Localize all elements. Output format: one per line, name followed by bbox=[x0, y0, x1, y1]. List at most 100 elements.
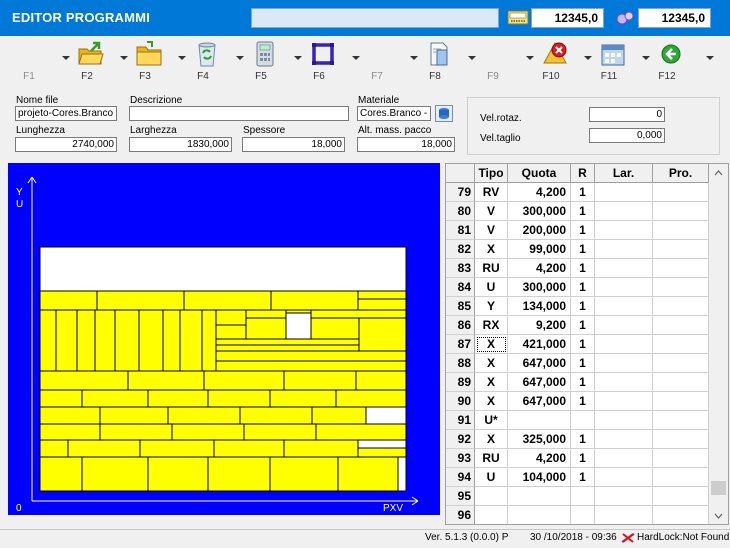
descrizione-field[interactable] bbox=[129, 106, 349, 121]
f10-button[interactable]: F10 bbox=[522, 36, 580, 90]
f4-button[interactable]: F4 bbox=[174, 36, 232, 90]
f7-dropdown-arrow[interactable] bbox=[352, 56, 360, 60]
f11-button[interactable]: F11 bbox=[580, 36, 638, 90]
program-steps-grid[interactable]: Tipo Quota R Lar. Pro. 79 RV 4,200 1 80 V 300,… bbox=[445, 163, 729, 525]
cell-lar[interactable] bbox=[595, 278, 653, 297]
cell-quota[interactable]: 99,000 bbox=[508, 240, 571, 259]
cell-r[interactable]: 1 bbox=[571, 449, 595, 468]
col-header-r[interactable]: R bbox=[571, 164, 595, 183]
table-row[interactable]: 81 V 200,000 1 bbox=[446, 221, 709, 240]
cell-quota[interactable]: 300,000 bbox=[508, 278, 571, 297]
cell-tipo[interactable]: X bbox=[475, 392, 508, 411]
cell-pro[interactable] bbox=[653, 335, 709, 354]
materiale-field[interactable]: Cores.Branco - M bbox=[357, 106, 431, 121]
table-row[interactable]: 92 X 325,000 1 bbox=[446, 430, 709, 449]
cell-lar[interactable] bbox=[595, 202, 653, 221]
cell-lar[interactable] bbox=[595, 392, 653, 411]
cell-pro[interactable] bbox=[653, 183, 709, 202]
f5-dropdown-arrow[interactable] bbox=[236, 56, 244, 60]
table-row[interactable]: 96 bbox=[446, 506, 709, 524]
cell-r[interactable]: 1 bbox=[571, 240, 595, 259]
f5-button[interactable]: F5 bbox=[232, 36, 290, 90]
f6-button[interactable]: F6 bbox=[290, 36, 348, 90]
cell-lar[interactable] bbox=[595, 449, 653, 468]
cell-lar[interactable] bbox=[595, 259, 653, 278]
alt-mass-pacco-field[interactable]: 18,000 bbox=[357, 137, 455, 152]
cell-quota[interactable]: 325,000 bbox=[508, 430, 571, 449]
cell-lar[interactable] bbox=[595, 487, 653, 506]
cell-tipo[interactable]: U bbox=[475, 278, 508, 297]
cell-r[interactable]: 1 bbox=[571, 316, 595, 335]
cell-pro[interactable] bbox=[653, 506, 709, 524]
cell-pro[interactable] bbox=[653, 392, 709, 411]
cell-r[interactable]: 1 bbox=[571, 392, 595, 411]
cell-tipo[interactable] bbox=[475, 506, 508, 524]
cell-quota[interactable]: 200,000 bbox=[508, 221, 571, 240]
cell-r[interactable]: 1 bbox=[571, 354, 595, 373]
cell-tipo[interactable]: X bbox=[475, 373, 508, 392]
cell-pro[interactable] bbox=[653, 259, 709, 278]
toolbar-overflow-arrow[interactable] bbox=[706, 56, 714, 60]
f9-button[interactable]: F9 bbox=[464, 36, 522, 90]
cell-r[interactable]: 1 bbox=[571, 335, 595, 354]
cell-pro[interactable] bbox=[653, 430, 709, 449]
cell-tipo[interactable]: X bbox=[475, 430, 508, 449]
cell-r[interactable]: 1 bbox=[571, 221, 595, 240]
materiale-browse-button[interactable] bbox=[435, 105, 453, 122]
cell-tipo[interactable]: X bbox=[475, 240, 508, 259]
f7-button[interactable]: F7 bbox=[348, 36, 406, 90]
cell-r[interactable] bbox=[571, 506, 595, 524]
cell-r[interactable]: 1 bbox=[571, 430, 595, 449]
cell-quota[interactable] bbox=[508, 487, 571, 506]
table-row[interactable]: 87 X 421,000 1 bbox=[446, 335, 709, 354]
cell-lar[interactable] bbox=[595, 506, 653, 524]
cell-lar[interactable] bbox=[595, 221, 653, 240]
cell-tipo[interactable]: X bbox=[475, 354, 508, 373]
cell-lar[interactable] bbox=[595, 373, 653, 392]
f2-button[interactable]: F2 bbox=[58, 36, 116, 90]
cell-r[interactable] bbox=[571, 487, 595, 506]
table-row[interactable]: 82 X 99,000 1 bbox=[446, 240, 709, 259]
cell-quota[interactable]: 647,000 bbox=[508, 392, 571, 411]
cell-quota[interactable]: 647,000 bbox=[508, 373, 571, 392]
cell-pro[interactable] bbox=[653, 449, 709, 468]
cell-tipo[interactable]: RU bbox=[475, 449, 508, 468]
table-row[interactable]: 83 RU 4,200 1 bbox=[446, 259, 709, 278]
cell-lar[interactable] bbox=[595, 468, 653, 487]
col-header-lar[interactable]: Lar. bbox=[595, 164, 653, 183]
table-row[interactable]: 91 U* bbox=[446, 411, 709, 430]
cell-tipo[interactable]: RV bbox=[475, 183, 508, 202]
cell-lar[interactable] bbox=[595, 297, 653, 316]
cell-lar[interactable] bbox=[595, 430, 653, 449]
vel-rotaz-field[interactable]: 0 bbox=[589, 107, 665, 122]
cell-pro[interactable] bbox=[653, 278, 709, 297]
f10-dropdown-arrow[interactable] bbox=[526, 56, 534, 60]
cell-pro[interactable] bbox=[653, 468, 709, 487]
f3-button[interactable]: F3 bbox=[116, 36, 174, 90]
table-row[interactable]: 85 Y 134,000 1 bbox=[446, 297, 709, 316]
f11-dropdown-arrow[interactable] bbox=[584, 56, 592, 60]
cell-quota[interactable]: 4,200 bbox=[508, 259, 571, 278]
cell-pro[interactable] bbox=[653, 297, 709, 316]
col-header-tipo[interactable]: Tipo bbox=[475, 164, 508, 183]
vel-taglio-field[interactable]: 0,000 bbox=[589, 128, 665, 143]
cell-pro[interactable] bbox=[653, 411, 709, 430]
cell-pro[interactable] bbox=[653, 221, 709, 240]
cell-quota[interactable] bbox=[508, 506, 571, 524]
cell-tipo[interactable]: U bbox=[475, 468, 508, 487]
grid-scrollbar-thumb[interactable] bbox=[711, 481, 726, 495]
cell-tipo[interactable]: V bbox=[475, 202, 508, 221]
table-row[interactable]: 80 V 300,000 1 bbox=[446, 202, 709, 221]
table-row[interactable]: 93 RU 4,200 1 bbox=[446, 449, 709, 468]
f8-button[interactable]: F8 bbox=[406, 36, 464, 90]
cell-r[interactable]: 1 bbox=[571, 278, 595, 297]
f8-dropdown-arrow[interactable] bbox=[410, 56, 418, 60]
cutting-layout-canvas[interactable]: Y U 0 PXV bbox=[8, 163, 440, 515]
f2-dropdown-arrow[interactable] bbox=[62, 56, 70, 60]
cell-quota[interactable]: 9,200 bbox=[508, 316, 571, 335]
cell-quota[interactable]: 4,200 bbox=[508, 183, 571, 202]
cell-pro[interactable] bbox=[653, 373, 709, 392]
cell-tipo[interactable]: RX bbox=[475, 316, 508, 335]
cell-lar[interactable] bbox=[595, 335, 653, 354]
cell-pro[interactable] bbox=[653, 354, 709, 373]
